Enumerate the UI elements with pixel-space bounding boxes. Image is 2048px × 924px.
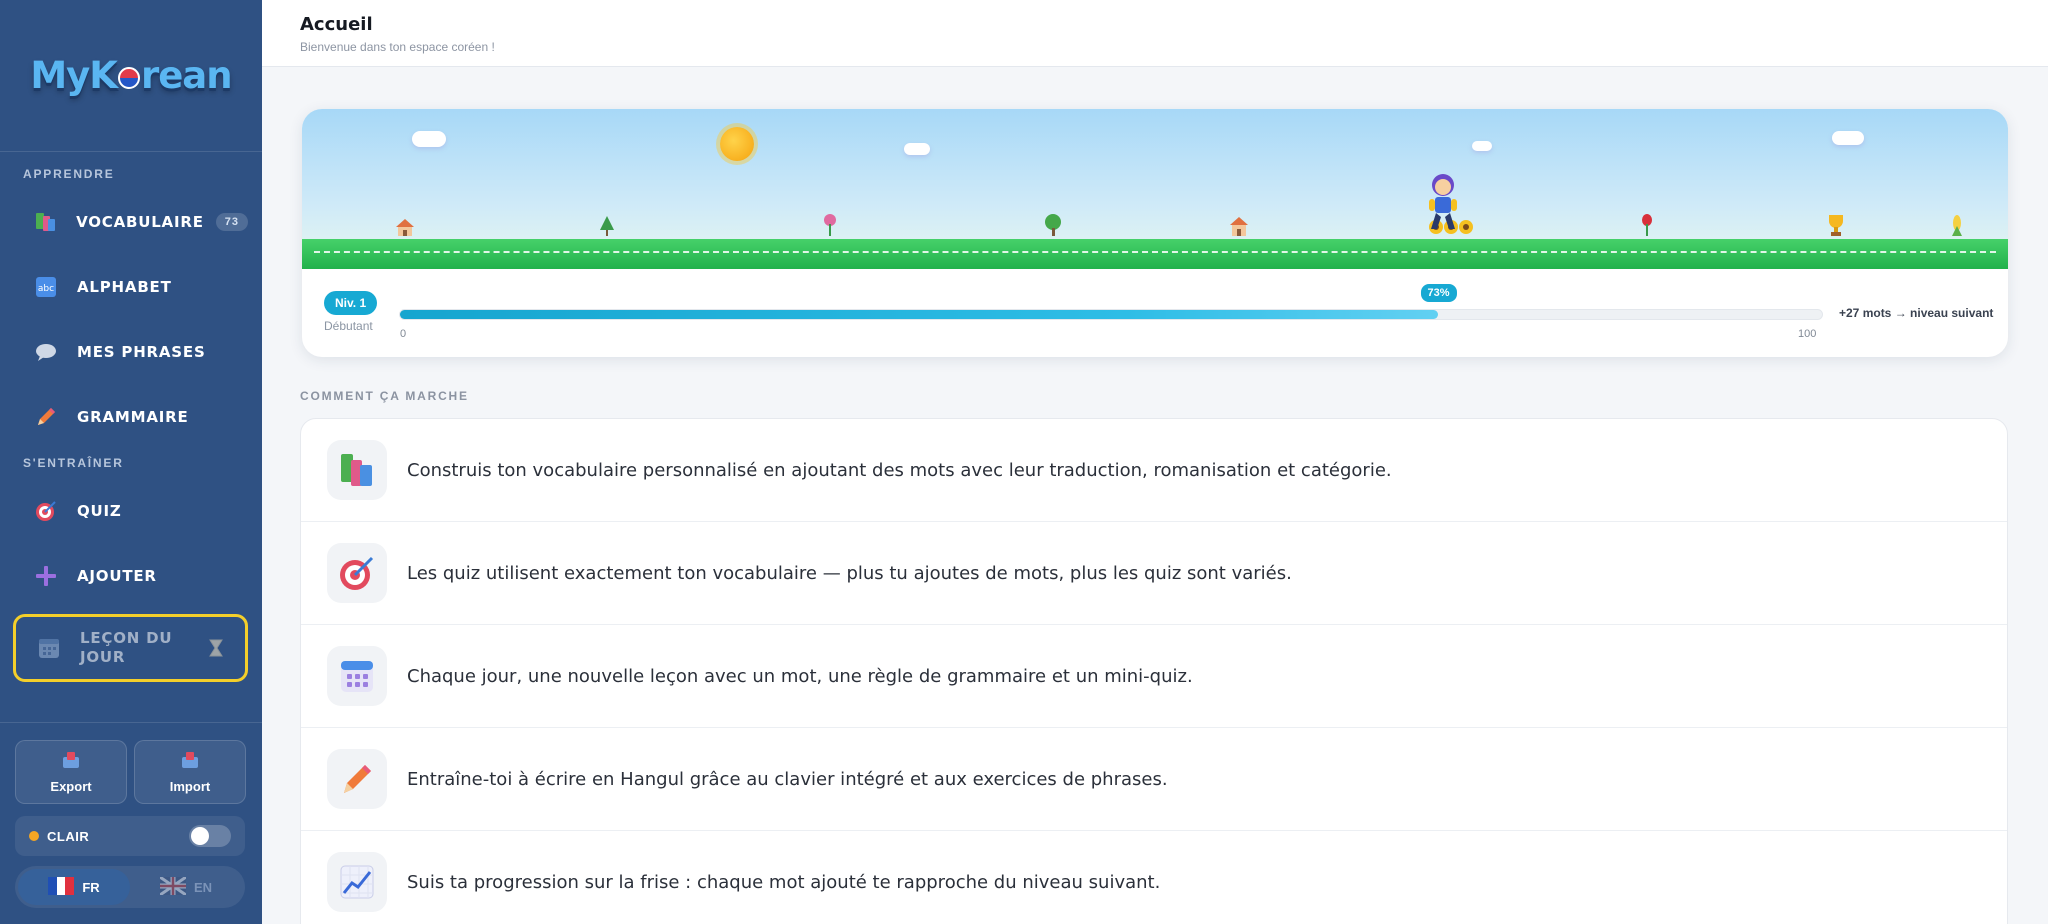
page-header: Accueil Bienvenue dans ton espace coréen… [262,0,2048,67]
abc-icon: abc [33,274,59,300]
progress-percent-label: 73% [1420,284,1457,302]
list-item-text: Suis ta progression sur la frise : chaqu… [407,871,1161,893]
vocabulary-count-badge: 73 [215,213,248,231]
language-option-en[interactable]: EN [130,869,242,905]
target-icon [327,543,387,603]
cloud-icon [1832,131,1864,145]
list-item: Entraîne-toi à écrire en Hangul grâce au… [301,728,2007,831]
progress-card: Niv. 1 Débutant 73% 0 100 +27 mots → niv… [302,109,2008,357]
logo-area: MyK rean [0,0,262,152]
hourglass-icon [209,639,223,662]
house-icon [1228,216,1250,239]
logo-text-start: MyK [30,54,118,97]
next-level-text: +27 mots → niveau suivant [1839,306,1994,320]
progress-bar-fill [400,310,1439,319]
sidebar-divider [0,722,262,723]
chart-icon [327,852,387,912]
list-item-text: Les quiz utilisent exactement ton vocabu… [407,562,1292,584]
sidebar-item-lecon-du-jour[interactable]: LEÇON DU JOUR [13,614,248,682]
calendar-icon [36,635,62,661]
pencil-icon [327,749,387,809]
road-line [314,251,1996,253]
cloud-icon [904,143,930,155]
house-icon [394,218,416,239]
sidebar-item-label: LEÇON DU JOUR [80,629,173,666]
pencil-icon [33,404,59,430]
progress-scene [302,109,2008,269]
progress-bar [399,309,1823,320]
france-flag-icon [48,876,75,898]
svg-text:abc: abc [38,284,54,294]
sidebar-item-quiz[interactable]: QUIZ [13,485,248,537]
pine-tree-icon [600,216,614,239]
import-label: Import [169,778,211,794]
toggle-knob [191,827,209,845]
books-icon [33,209,58,235]
level-badge: Niv. 1 [324,291,378,315]
character-avatar [1423,173,1463,235]
sidebar-item-label: GRAMMAIRE [77,408,189,426]
tree-icon [1043,214,1063,239]
section-label-train: S'ENTRAÎNER [23,456,124,470]
import-icon [181,751,199,774]
plus-icon [33,563,59,589]
trophy-icon [1826,214,1846,239]
export-button[interactable]: Export [15,740,127,804]
language-switcher: FR EN [15,866,245,908]
taegeuk-icon [117,66,140,89]
list-item: Suis ta progression sur la frise : chaqu… [301,831,2007,924]
sidebar-item-label: AJOUTER [77,567,157,585]
import-button[interactable]: Import [134,740,246,804]
sidebar-item-mes-phrases[interactable]: MES PHRASES [13,326,248,378]
list-item-text: Construis ton vocabulaire personnalisé e… [407,459,1392,481]
app-logo[interactable]: MyK rean [30,54,233,97]
uk-flag-icon [159,875,187,898]
language-code: FR [82,879,100,895]
list-item-text: Entraîne-toi à écrire en Hangul grâce au… [407,768,1168,790]
list-item: Les quiz utilisent exactement ton vocabu… [301,522,2007,625]
tulip-icon [822,214,838,239]
how-it-works-list: Construis ton vocabulaire personnalisé e… [300,418,2008,924]
cloud-icon [1472,141,1492,151]
rose-icon [1640,214,1654,239]
sidebar-item-label: ALPHABET [77,278,172,296]
calendar-icon [327,646,387,706]
language-code: EN [193,879,213,895]
sidebar-item-grammaire[interactable]: GRAMMAIRE [13,391,248,443]
corn-icon [1950,214,1964,239]
page-subtitle: Bienvenue dans ton espace coréen ! [300,40,495,54]
target-icon [33,498,59,524]
ground-track [302,239,2008,269]
books-icon [327,440,387,500]
progress-max-label: 100 [1798,328,1817,340]
how-it-works-label: COMMENT ÇA MARCHE [300,389,469,403]
language-option-fr[interactable]: FR [18,869,130,905]
sidebar-item-label: MES PHRASES [77,343,206,361]
export-label: Export [50,778,92,794]
sun-icon [720,127,754,161]
logo-text-end: rean [140,54,233,97]
sidebar-item-vocabulaire[interactable]: VOCABULAIRE 73 [13,196,248,248]
progress-row: Niv. 1 Débutant 73% 0 100 +27 mots → niv… [302,269,2008,357]
theme-switcher: CLAIR [15,816,245,856]
progress-min-label: 0 [400,328,407,340]
sidebar-item-label: QUIZ [77,502,122,520]
export-icon [62,751,80,774]
list-item: Construis ton vocabulaire personnalisé e… [301,419,2007,522]
page-title: Accueil [300,14,373,35]
level-name: Débutant [324,319,373,333]
theme-label: CLAIR [47,828,90,844]
sidebar-item-ajouter[interactable]: AJOUTER [13,550,248,602]
list-item-text: Chaque jour, une nouvelle leçon avec un … [407,665,1193,687]
sidebar-item-alphabet[interactable]: abc ALPHABET [13,261,248,313]
sun-icon [29,831,39,841]
cloud-icon [412,131,446,147]
list-item: Chaque jour, une nouvelle leçon avec un … [301,625,2007,728]
sidebar-item-label: VOCABULAIRE [76,213,204,231]
sidebar: MyK rean APPRENDRE VOCABULAIRE 73 abc ALP… [0,0,262,924]
speech-bubble-icon [33,339,59,365]
section-label-learn: APPRENDRE [23,167,115,181]
theme-toggle[interactable] [189,825,231,847]
